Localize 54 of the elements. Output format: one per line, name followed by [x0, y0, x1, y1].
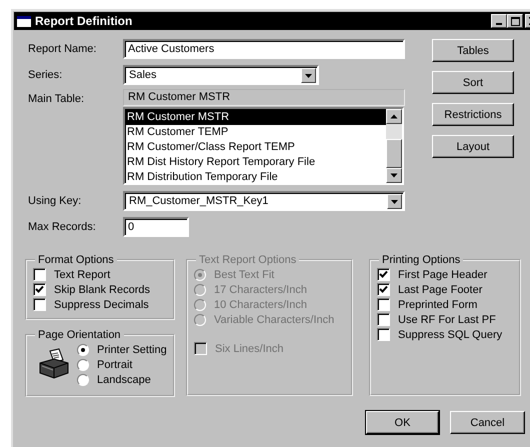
option-label: Landscape	[97, 374, 151, 386]
push-button[interactable]: Cancel	[450, 411, 525, 434]
option-label: Last Page Footer	[398, 284, 482, 296]
push-button[interactable]: Sort	[432, 71, 514, 94]
field-label: Report Name:	[27, 43, 98, 55]
field-label: Max Records:	[27, 221, 97, 233]
dropdown[interactable]: Sales	[123, 65, 319, 85]
option-label: First Page Header	[398, 268, 488, 280]
option-label: Suppress Decimals	[54, 298, 149, 310]
window-title: Report Definition	[35, 14, 134, 28]
option-label: 17 Characters/Inch	[214, 284, 307, 296]
list-item[interactable]: RM Customer MSTR	[126, 110, 386, 125]
checkbox[interactable]	[33, 283, 46, 296]
scrollbar[interactable]	[386, 109, 402, 183]
push-button[interactable]: Tables	[432, 39, 514, 62]
radio-button[interactable]	[77, 358, 89, 370]
option-label: Best Text Fit	[214, 268, 274, 280]
radio-button[interactable]	[77, 344, 89, 356]
checkbox[interactable]	[377, 283, 390, 296]
checkbox[interactable]	[33, 298, 46, 311]
printer-icon	[37, 348, 71, 382]
maximize-button[interactable]	[507, 14, 523, 28]
push-button[interactable]: Restrictions	[432, 103, 514, 126]
checkbox[interactable]	[377, 313, 390, 326]
input-field[interactable]: 0	[123, 217, 189, 237]
option-label: Preprinted Form	[398, 298, 478, 310]
push-button[interactable]: OK	[366, 411, 439, 434]
option-label: Text Report	[54, 268, 110, 280]
option-label: 10 Characters/Inch	[214, 298, 307, 310]
list-item[interactable]: RM Customer TEMP	[126, 125, 386, 140]
checkbox[interactable]	[377, 328, 390, 341]
checkbox[interactable]	[33, 268, 46, 281]
push-button[interactable]: Layout	[432, 135, 514, 158]
list-item[interactable]: RM Dist History Report Temporary File	[126, 155, 386, 170]
list-item[interactable]: RM Customer/Class Report TEMP	[126, 140, 386, 155]
input-field[interactable]: Active Customers	[123, 39, 405, 59]
radio-button[interactable]	[77, 374, 89, 386]
option-label: Suppress SQL Query	[398, 328, 502, 340]
minimize-button[interactable]	[491, 14, 507, 28]
readonly-field: RM Customer MSTR	[123, 89, 405, 106]
checkbox[interactable]	[377, 298, 390, 311]
field-label: Main Table:	[27, 92, 86, 104]
field-label: Series:	[27, 69, 64, 81]
dropdown[interactable]: RM_Customer_MSTR_Key1	[123, 191, 405, 211]
option-label: Printer Setting	[97, 344, 167, 356]
option-label: Portrait	[97, 358, 132, 370]
option-label: Skip Blank Records	[54, 284, 150, 296]
option-label: Variable Characters/Inch	[214, 314, 334, 326]
field-label: Using Key:	[27, 195, 82, 207]
option-label: Use RF For Last PF	[398, 314, 496, 326]
list-item[interactable]: RM Distribution Temporary File	[126, 170, 386, 185]
option-label: Six Lines/Inch	[215, 342, 284, 354]
checkbox[interactable]	[377, 268, 390, 281]
maximize-icon	[510, 16, 520, 26]
